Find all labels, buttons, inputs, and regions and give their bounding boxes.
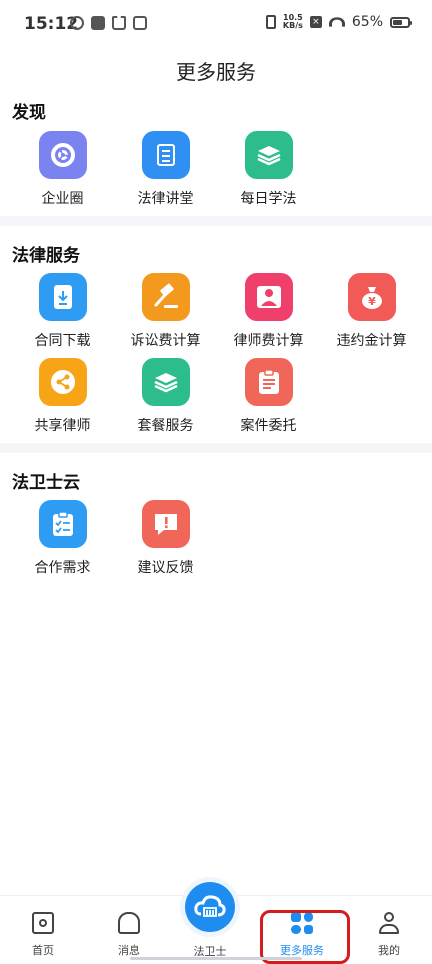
network-speed: 10.5 KB/s [282,13,303,30]
grid-item-lawyer-fee[interactable]: 律师费计算 [217,273,320,350]
layers-icon [141,358,190,406]
status-right: 10.5 KB/s × 65% [265,13,412,30]
nav-label-home: 首页 [32,944,54,957]
nav-label-mine: 我的 [378,944,400,957]
app-notification-icon [70,16,84,30]
grid-item-penalty-calc[interactable]: ¥ 违约金计算 [320,273,423,350]
section-title-discover: 发现 [12,103,46,123]
nav-item-mine[interactable]: 我的 [346,912,432,958]
video-app-icon [91,16,105,30]
grid-item-label: 法律讲堂 [137,191,194,207]
aperture-icon [38,131,87,179]
nav-label-messages: 消息 [118,944,140,957]
share-icon [38,358,87,406]
grid-item-feedback[interactable]: 建议反馈 [114,500,217,577]
grid-item-label: 合作需求 [34,560,91,576]
status-bar: 15:12 10.5 KB/s × 65% [0,0,432,50]
home-indicator [130,957,302,960]
grid-item-law-lecture[interactable]: 法律讲堂 [114,131,217,208]
no-sim-icon: × [309,16,322,28]
crown-icon [112,16,126,30]
grid-item-package-service[interactable]: 套餐服务 [114,358,217,435]
lawyer-icon [244,273,293,321]
bell-icon [118,912,140,934]
grid-item-label: 违约金计算 [336,333,407,349]
home-icon [32,912,54,934]
grid-item-litigation-fee[interactable]: 诉讼费计算 [114,273,217,350]
svg-text:¥: ¥ [368,295,376,308]
book-icon [141,131,190,179]
battery-fill [393,19,402,25]
download-icon [38,273,87,321]
notification-icons [70,16,147,30]
section-title-cloud: 法卫士云 [12,473,80,493]
nav-item-messages[interactable]: 消息 [86,912,172,958]
page-title: 更多服务 [176,60,256,84]
checklist-icon [38,500,87,548]
cloud-shield-icon [194,895,226,917]
center-fab-button[interactable] [185,882,235,932]
grid-item-daily-law[interactable]: 每日学法 [217,131,320,208]
feedback-icon [141,500,190,548]
nav-item-home[interactable]: 首页 [0,912,86,958]
user-icon [378,912,400,934]
section-divider [0,443,432,453]
money-bag-icon: ¥ [347,273,396,321]
grid-item-label: 律师费计算 [233,333,304,349]
grid-item-shared-lawyer[interactable]: 共享律师 [11,358,114,435]
gavel-icon [141,273,190,321]
vibrate-icon [265,15,276,29]
battery-percent: 65% [351,14,383,30]
grid-item-case-entrust[interactable]: 案件委托 [217,358,320,435]
grid-item-label: 诉讼费计算 [130,333,201,349]
grid-item-label: 合同下载 [34,333,91,349]
grid-item-contract-download[interactable]: 合同下载 [11,273,114,350]
grid-item-cooperation-needs[interactable]: 合作需求 [11,500,114,577]
grid-item-enterprise-circle[interactable]: 企业圈 [11,131,114,208]
grid-item-label: 企业圈 [41,191,84,207]
layers-icon [244,131,293,179]
grid-item-label: 共享律师 [34,418,91,434]
clipboard-icon [244,358,293,406]
highlight-box [260,910,350,964]
wifi-icon [328,17,345,27]
battery-icon [390,16,412,28]
grid-item-label: 每日学法 [240,191,297,207]
section-divider [0,216,432,226]
news-app-icon [133,16,147,30]
grid-item-label: 套餐服务 [137,418,194,434]
grid-item-label: 建议反馈 [137,560,194,576]
section-title-legal-services: 法律服务 [12,246,80,266]
grid-item-label: 案件委托 [240,418,297,434]
